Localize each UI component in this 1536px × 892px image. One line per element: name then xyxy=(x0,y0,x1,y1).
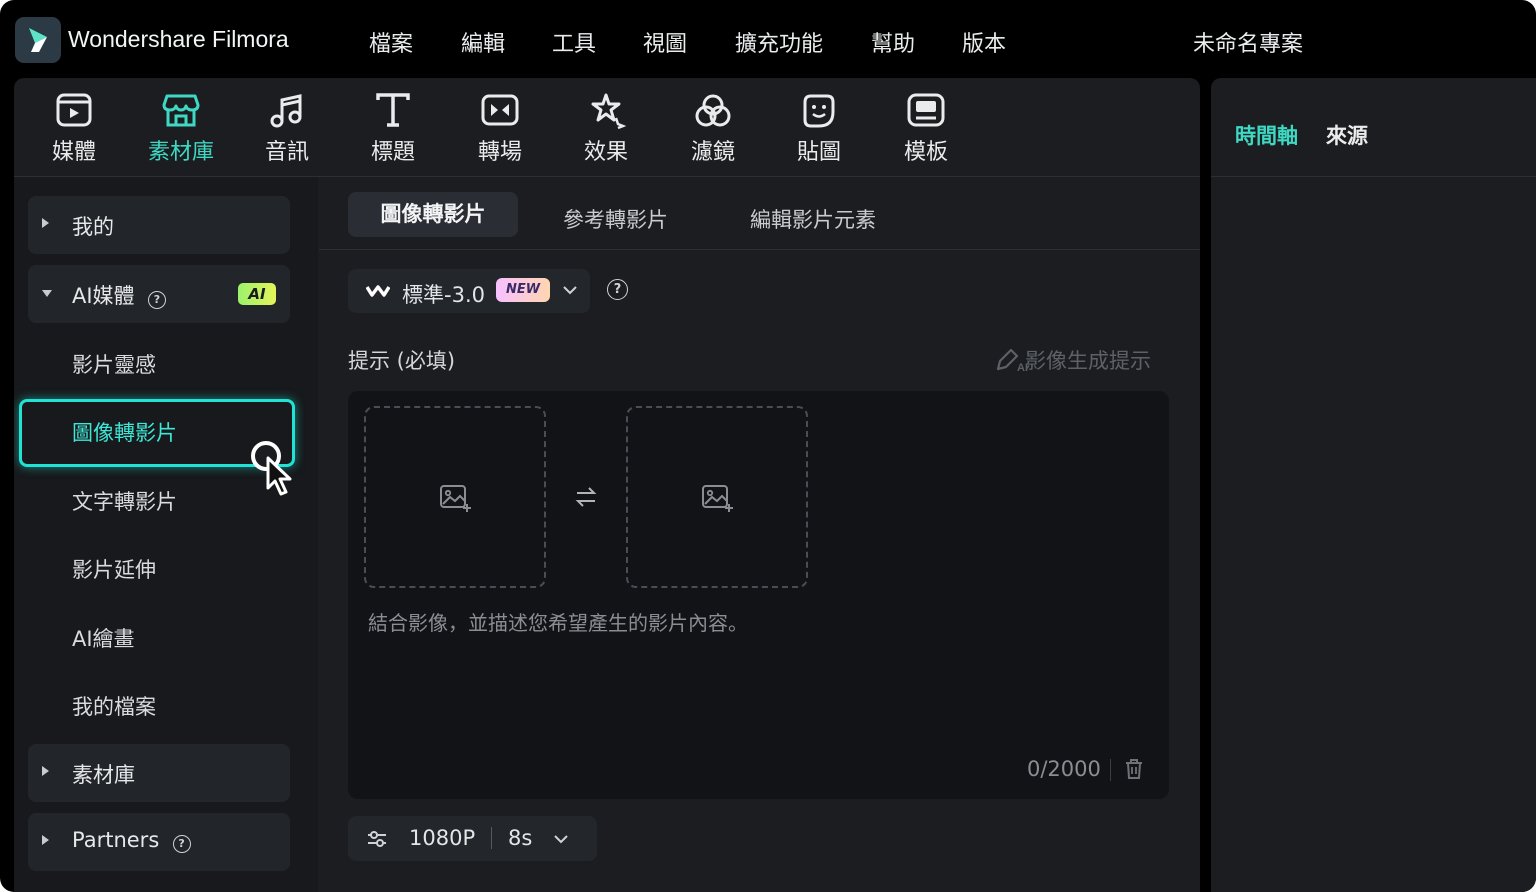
menu-version[interactable]: 版本 xyxy=(962,26,1006,58)
sidebar-item-my-files[interactable]: 我的檔案 xyxy=(72,691,156,721)
toolbar-titles[interactable]: 標題 xyxy=(348,92,438,172)
trash-icon[interactable] xyxy=(1124,758,1144,780)
toolbar-stickers-label: 貼圖 xyxy=(796,140,841,165)
sidebar-group-label: 素材庫 xyxy=(72,763,135,787)
app-window: Wondershare Filmora 檔案 編輯 工具 視圖 擴充功能 幫助 … xyxy=(0,0,1536,892)
right-panel-tabs: 時間軸 來源 xyxy=(1211,78,1536,177)
prompt-hint-button[interactable]: 影像生成提示 xyxy=(1025,345,1151,375)
caret-right-icon xyxy=(42,218,49,228)
caret-right-icon xyxy=(42,766,49,776)
model-help-icon[interactable]: ? xyxy=(607,279,628,300)
toolbar-effects-label: 效果 xyxy=(583,140,628,165)
caret-down-icon xyxy=(42,290,52,297)
model-dropdown[interactable]: 標準-3.0 NEW xyxy=(348,269,590,313)
library-sidebar: 我的 AI媒體 ? AI 影片靈感 圖像轉影片 文字轉影片 影片延伸 AI繪畫 … xyxy=(14,177,318,892)
mouse-cursor-icon xyxy=(251,441,292,496)
toolbar-media-label: 媒體 xyxy=(51,140,96,165)
divider xyxy=(1110,759,1111,781)
caret-right-icon xyxy=(42,835,49,845)
ai-pen-icon: AI xyxy=(996,348,1028,373)
sidebar-group-ai-media[interactable]: AI媒體 ? AI xyxy=(28,265,290,323)
character-count: 0/2000 xyxy=(1027,757,1101,781)
prompt-placeholder: 結合影像，並描述您希望產生的影片內容。 xyxy=(368,611,748,635)
toolbar-titles-label: 標題 xyxy=(370,140,415,165)
toolbar-stickers[interactable]: 貼圖 xyxy=(774,92,864,172)
title-text-icon xyxy=(376,93,410,127)
toolbar-transitions-label: 轉場 xyxy=(477,140,522,165)
menu-view[interactable]: 視圖 xyxy=(643,26,687,58)
sidebar-group-label: 我的 xyxy=(72,215,114,239)
menu-extensions[interactable]: 擴充功能 xyxy=(735,26,823,58)
ai-badge: AI xyxy=(238,283,276,305)
add-image-icon xyxy=(440,485,471,512)
toolbar-filters[interactable]: 濾鏡 xyxy=(668,92,758,172)
sidebar-group-mine[interactable]: 我的 xyxy=(28,196,290,254)
tab-source[interactable]: 來源 xyxy=(1326,120,1368,150)
sidebar-group-partners[interactable]: Partners ? xyxy=(28,813,290,871)
menu-tools[interactable]: 工具 xyxy=(552,26,596,58)
content-tabs: 圖像轉影片 參考轉影片 編輯影片元素 xyxy=(319,177,1200,250)
chevron-down-icon xyxy=(554,835,568,844)
toolbar-stock-library[interactable]: 素材庫 xyxy=(136,92,226,172)
filmora-logo-icon xyxy=(15,17,61,63)
add-image-icon xyxy=(702,485,733,512)
filter-icon xyxy=(695,94,731,127)
sidebar-item-ai-painting[interactable]: AI繪畫 xyxy=(72,623,135,653)
title-bar: Wondershare Filmora 檔案 編輯 工具 視圖 擴充功能 幫助 … xyxy=(0,0,1536,78)
resolution-value: 1080P xyxy=(409,826,476,850)
app-title: Wondershare Filmora xyxy=(68,26,289,52)
toolbar-templates-label: 模板 xyxy=(903,140,948,165)
start-image-slot[interactable] xyxy=(364,406,546,588)
project-title[interactable]: 未命名專案 xyxy=(1193,26,1303,58)
ai-content-area: 圖像轉影片 參考轉影片 編輯影片元素 標準-3.0 NEW ? 提示 (必填) … xyxy=(319,177,1200,892)
toolbar-effects[interactable]: 效果 xyxy=(561,92,651,172)
effects-sparkle-icon xyxy=(591,93,626,130)
template-icon xyxy=(907,93,945,127)
stock-library-icon xyxy=(162,94,200,127)
sidebar-group-stock-library[interactable]: 素材庫 xyxy=(28,744,290,802)
library-panel: 媒體 素材庫 音訊 標題 轉場 效果 濾鏡 貼圖 模板 我的 AI媒體 ? AI… xyxy=(14,78,1200,892)
prompt-label: 提示 (必填) xyxy=(348,349,456,373)
transition-icon xyxy=(481,94,519,126)
model-name: 標準-3.0 xyxy=(402,283,485,307)
sidebar-item-video-inspiration[interactable]: 影片靈感 xyxy=(72,349,156,379)
duration-value: 8s xyxy=(508,826,533,850)
sliders-icon xyxy=(368,831,386,847)
media-toolbar: 媒體 素材庫 音訊 標題 轉場 效果 濾鏡 貼圖 模板 xyxy=(14,78,1200,177)
sidebar-item-video-extend[interactable]: 影片延伸 xyxy=(72,554,156,584)
prompt-input-area[interactable]: 結合影像，並描述您希望產生的影片內容。 0/2000 xyxy=(348,391,1169,799)
media-icon xyxy=(56,93,92,127)
toolbar-audio[interactable]: 音訊 xyxy=(242,92,332,172)
end-image-slot[interactable] xyxy=(626,406,808,588)
music-note-icon xyxy=(270,94,302,128)
toolbar-templates[interactable]: 模板 xyxy=(881,92,971,172)
menu-help[interactable]: 幫助 xyxy=(871,26,915,58)
toolbar-media[interactable]: 媒體 xyxy=(29,92,119,172)
tab-timeline[interactable]: 時間軸 xyxy=(1235,120,1298,150)
menu-file[interactable]: 檔案 xyxy=(369,26,413,58)
toolbar-transitions[interactable]: 轉場 xyxy=(455,92,545,172)
sticker-icon xyxy=(803,94,835,128)
tab-edit-video-elements[interactable]: 編輯影片元素 xyxy=(750,204,876,234)
tab-image-to-video[interactable]: 圖像轉影片 xyxy=(348,192,518,237)
toolbar-stock-library-label: 素材庫 xyxy=(147,140,214,165)
swap-icon[interactable] xyxy=(574,486,598,508)
timeline-panel: 時間軸 來源 xyxy=(1211,78,1536,892)
sidebar-item-text-to-video[interactable]: 文字轉影片 xyxy=(72,486,177,516)
wondershare-logo-icon xyxy=(366,285,390,297)
divider xyxy=(491,827,492,849)
toolbar-filters-label: 濾鏡 xyxy=(690,140,735,165)
sidebar-group-label: Partners ? xyxy=(72,828,191,853)
help-icon[interactable]: ? xyxy=(172,835,191,853)
chevron-down-icon xyxy=(563,286,577,295)
sidebar-group-label: AI媒體 ? xyxy=(72,280,166,310)
sidebar-item-image-to-video[interactable]: 圖像轉影片 xyxy=(72,417,177,447)
toolbar-audio-label: 音訊 xyxy=(264,140,309,165)
new-badge: NEW xyxy=(496,278,550,302)
help-icon[interactable]: ? xyxy=(147,291,166,309)
tab-reference-to-video[interactable]: 參考轉影片 xyxy=(563,204,668,234)
menu-edit[interactable]: 編輯 xyxy=(461,26,505,58)
generation-settings-dropdown[interactable]: 1080P 8s xyxy=(348,816,597,861)
